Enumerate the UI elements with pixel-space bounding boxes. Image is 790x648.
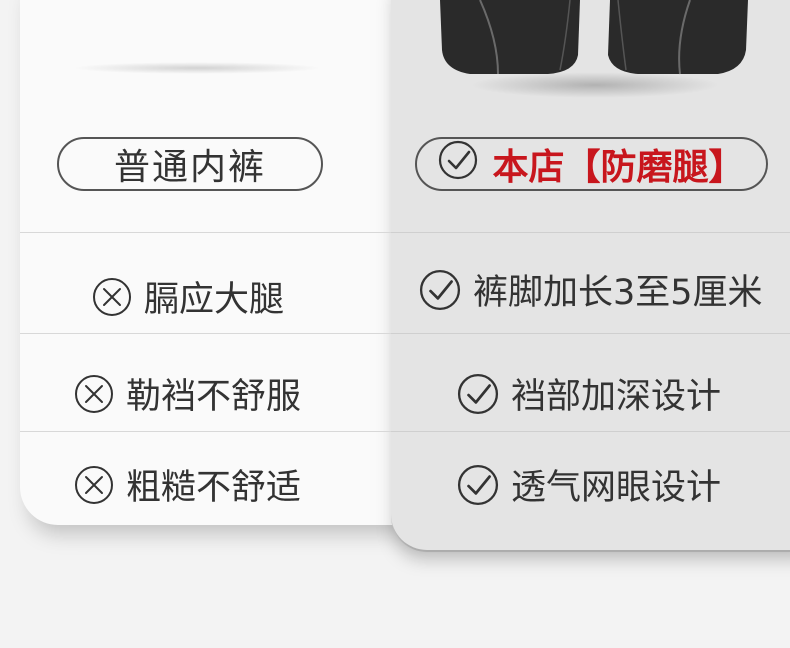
cross-circle-icon [74,374,114,414]
store-product-title: 本店【防磨腿】 [492,147,745,188]
cross-circle-icon [74,465,114,505]
positive-feature-row: 裆部加深设计 [457,368,721,419]
right-divider-3 [391,431,790,432]
positive-feature-row: 透气网眼设计 [457,459,721,510]
standard-underwear-title: 普通内裤 [113,147,266,188]
standard-underwear-card [20,0,440,525]
check-circle-icon [457,373,499,415]
positive-feature-row: 裤脚加长3至5厘米 [419,264,763,315]
placeholder-shadow [72,62,322,74]
right-divider-2 [391,333,790,334]
left-divider-2 [20,333,391,334]
negative-feature-row: 粗糙不舒适 [74,459,301,510]
positive-feature-text: 裆部加深设计 [511,377,722,417]
check-circle-icon [438,140,478,189]
standard-underwear-label: 普通内裤 [57,137,323,191]
negative-feature-row: 勒裆不舒服 [74,368,301,419]
left-divider-1 [20,232,391,233]
check-circle-icon [419,269,461,311]
boxer-briefs-image [440,0,748,75]
negative-feature-row: 膈应大腿 [92,271,284,322]
check-circle-icon [457,464,499,506]
negative-feature-text: 勒裆不舒服 [126,377,302,417]
negative-feature-text: 粗糙不舒适 [126,468,302,508]
negative-feature-text: 膈应大腿 [144,280,285,320]
positive-feature-text: 透气网眼设计 [511,468,722,508]
store-product-label: 本店【防磨腿】 [415,137,768,191]
positive-feature-text: 裤脚加长3至5厘米 [473,273,763,313]
left-divider-3 [20,431,391,432]
right-divider-1 [391,232,790,233]
cross-circle-icon [92,277,132,317]
